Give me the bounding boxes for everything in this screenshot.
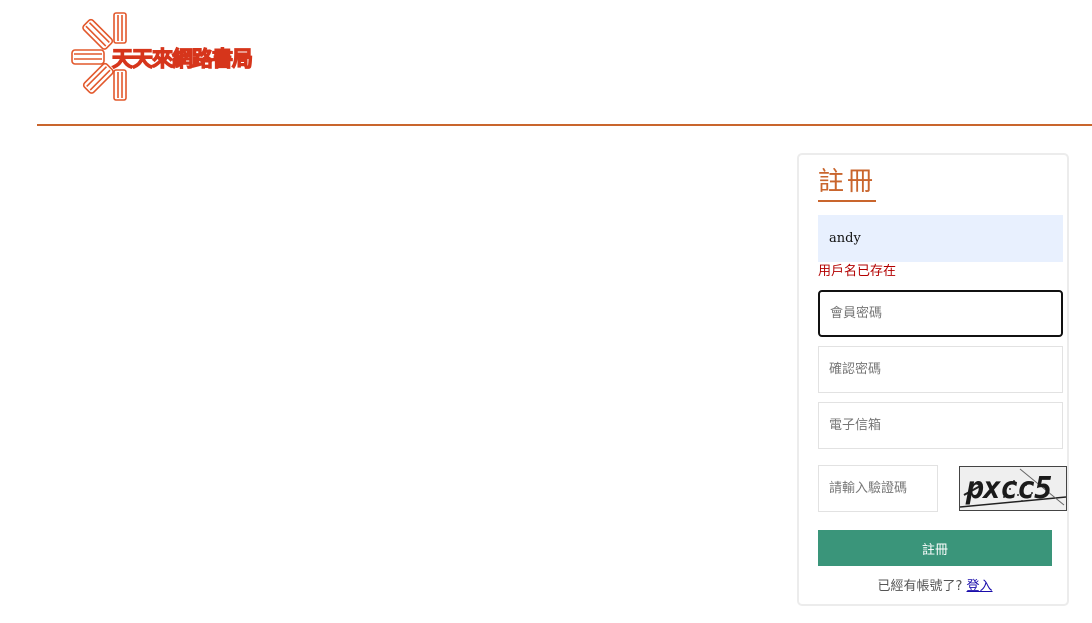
username-error-message: 用戶名已存在 <box>818 264 897 279</box>
captcha-code: pxcc5 <box>966 471 1052 506</box>
site-logo[interactable]: 天天來網路書局 <box>70 12 270 102</box>
username-input[interactable] <box>818 215 1063 262</box>
password-input[interactable] <box>818 290 1063 337</box>
login-prompt-line: 已經有帳號了? 登入 <box>799 575 1071 594</box>
register-title: 註冊 <box>818 165 877 202</box>
login-link[interactable]: 登入 <box>967 579 993 594</box>
header-divider <box>37 124 1092 126</box>
logo-text: 天天來網路書局 <box>111 45 253 71</box>
register-panel: 註冊 用戶名已存在 pxcc5 註冊 已經有帳號了? 登入 <box>797 153 1069 606</box>
confirm-password-input[interactable] <box>818 346 1063 393</box>
register-button[interactable]: 註冊 <box>818 530 1052 566</box>
captcha-image[interactable]: pxcc5 <box>959 466 1067 511</box>
email-input[interactable] <box>818 402 1063 449</box>
login-prompt-text: 已經有帳號了? <box>877 579 963 594</box>
captcha-input[interactable] <box>818 465 938 512</box>
site-header: 天天來網路書局 <box>0 0 1092 126</box>
